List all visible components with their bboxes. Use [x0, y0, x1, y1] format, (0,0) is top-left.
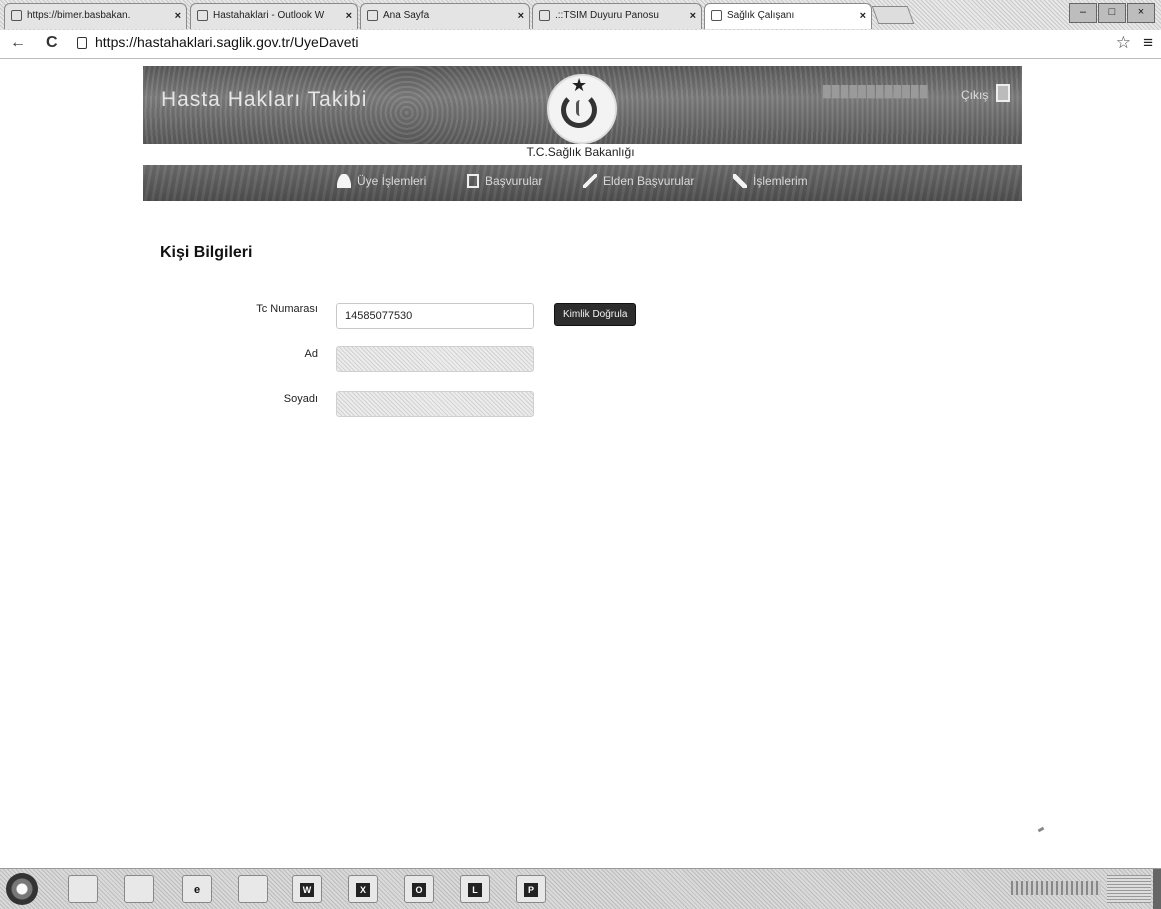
tc-number-input[interactable]	[336, 303, 534, 329]
minimize-icon[interactable]: –	[1069, 3, 1097, 23]
start-button-icon[interactable]	[6, 873, 38, 905]
browser-toolbar: ← C https://hastahaklari.saglik.gov.tr/U…	[0, 30, 1161, 59]
last-name-input	[336, 391, 534, 417]
ministry-tab-icon	[367, 10, 378, 21]
nav-item-label: Elden Başvurular	[603, 174, 695, 188]
tc-number-label: Tc Numarası	[256, 303, 318, 315]
reload-icon[interactable]: C	[46, 34, 58, 52]
first-name-input	[336, 346, 534, 372]
browser-menu-icon[interactable]: ≡	[1143, 33, 1153, 53]
browser-tab-label: Ana Sayfa	[383, 10, 430, 21]
close-tab-icon[interactable]: ×	[175, 4, 181, 28]
maximize-icon[interactable]: □	[1098, 3, 1126, 23]
browser-tab-2[interactable]: Hastahaklari - Outlook W ×	[190, 3, 358, 29]
star-icon: ★	[571, 75, 588, 95]
excel-icon[interactable]: X	[348, 875, 378, 903]
ministry-app-icon[interactable]	[124, 875, 154, 903]
close-tab-icon[interactable]: ×	[346, 4, 352, 28]
exit-door-icon	[995, 84, 1010, 102]
new-tab-button[interactable]	[871, 6, 915, 24]
system-tray[interactable]	[1011, 881, 1101, 895]
last-name-label: Soyadı	[283, 393, 318, 405]
wrench-icon	[733, 174, 747, 188]
back-arrow-icon[interactable]: ←	[10, 34, 26, 52]
browser-tab-label: Sağlık Çalışanı	[727, 10, 795, 21]
browser-tab-3[interactable]: Ana Sayfa ×	[360, 3, 530, 29]
close-tab-icon[interactable]: ×	[860, 4, 866, 28]
show-desktop-button[interactable]	[1153, 869, 1161, 909]
page-tab-icon	[539, 10, 550, 21]
chrome-icon[interactable]	[238, 875, 268, 903]
browser-tab-4[interactable]: .::TSIM Duyuru Panosu ×	[532, 3, 702, 29]
cursor-mark	[1037, 826, 1045, 833]
user-icon	[337, 174, 351, 188]
browser-tab-strip: https://bimer.basbakan. × Hastahaklari -…	[0, 0, 1161, 30]
close-tab-icon[interactable]: ×	[518, 4, 524, 28]
browser-tab-5[interactable]: Sağlık Çalışanı ×	[704, 3, 872, 29]
globe-icon	[11, 10, 22, 21]
taskbar-clock[interactable]	[1107, 875, 1151, 903]
nav-item-label: Başvurular	[485, 174, 543, 188]
window-controls: – □ ×	[1068, 3, 1155, 23]
outlook-icon[interactable]: O	[404, 875, 434, 903]
logout-label: Çıkış	[961, 88, 989, 102]
powerpoint-icon[interactable]: P	[516, 875, 546, 903]
site-header: Hasta Hakları Takibi ★ ████████████ Çıkı…	[143, 66, 1022, 144]
pencil-icon	[583, 174, 597, 188]
first-name-label: Ad	[304, 348, 318, 360]
nav-item-basvurular[interactable]: Başvurular	[467, 174, 542, 188]
site-brand[interactable]: Hasta Hakları Takibi	[161, 88, 367, 112]
close-tab-icon[interactable]: ×	[690, 4, 696, 28]
nav-item-elden-basvurular[interactable]: Elden Başvurular	[583, 174, 694, 188]
page-title: Kişi Bilgileri	[160, 244, 253, 261]
word-icon[interactable]: W	[292, 875, 322, 903]
ministry-caption: T.C.Sağlık Bakanlığı	[526, 145, 635, 159]
close-window-icon[interactable]: ×	[1127, 3, 1155, 23]
lock-icon	[77, 37, 87, 49]
windows-taskbar: e W X O L P	[0, 868, 1161, 909]
browser-tab-label: https://bimer.basbakan.	[27, 10, 131, 21]
page-tab-icon	[711, 10, 722, 21]
nav-item-uye-islemleri[interactable]: Üye İşlemleri	[337, 174, 426, 188]
internet-explorer-icon[interactable]: e	[182, 875, 212, 903]
browser-tab-label: Hastahaklari - Outlook W	[213, 10, 325, 21]
user-name: ████████████	[823, 86, 929, 98]
url-bar[interactable]: https://hastahaklari.saglik.gov.tr/UyeDa…	[95, 34, 359, 50]
bookmark-star-icon[interactable]: ☆	[1116, 33, 1131, 53]
outlook-tab-icon	[197, 10, 208, 21]
logout-link[interactable]: Çıkış	[961, 84, 1010, 102]
explorer-icon[interactable]	[68, 875, 98, 903]
figure-icon	[576, 100, 587, 116]
nav-item-islemlerim[interactable]: İşlemlerim	[733, 174, 808, 188]
verify-identity-button[interactable]: Kimlik Doğrula	[554, 303, 637, 326]
document-icon	[467, 174, 479, 188]
nav-item-label: İşlemlerim	[753, 174, 808, 188]
browser-tab-label: .::TSIM Duyuru Panosu	[555, 10, 659, 21]
lync-icon[interactable]: L	[460, 875, 490, 903]
browser-tab-1[interactable]: https://bimer.basbakan. ×	[4, 3, 187, 29]
nav-item-label: Üye İşlemleri	[357, 174, 427, 188]
ministry-logo: ★	[547, 74, 617, 144]
main-nav: Üye İşlemleri Başvurular Elden Başvurula…	[143, 165, 1022, 201]
